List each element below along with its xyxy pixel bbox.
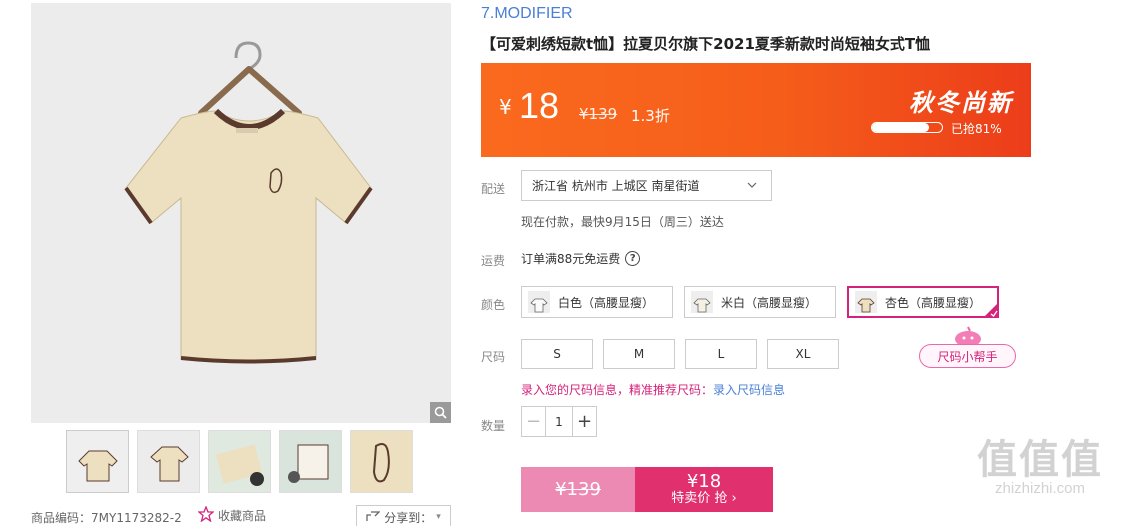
- sold-progress-fill: [872, 123, 929, 132]
- thumbnail-5[interactable]: [350, 430, 413, 493]
- size-hint-prefix: 录入您的尺码信息，: [521, 383, 630, 397]
- size-hint-middle: 精准推荐尺码：: [629, 383, 714, 397]
- address-value: 浙江省 杭州市 上城区 南星街道: [532, 179, 700, 193]
- quantity-stepper: − 1 +: [521, 406, 597, 437]
- size-option-s[interactable]: S: [521, 339, 593, 369]
- original-price: ¥139: [579, 105, 618, 123]
- price-banner: ¥ 18 ¥139 1.3折 秋冬尚新 已抢81%: [481, 63, 1031, 157]
- main-product-image[interactable]: [31, 3, 451, 423]
- quantity-label: 数量: [481, 419, 506, 433]
- color-label: 颜色: [481, 298, 506, 312]
- shipping-fee-text: 订单满88元免运费: [521, 252, 621, 266]
- color-swatch-image: [691, 291, 713, 313]
- size-entry-link[interactable]: 录入尺码信息: [713, 383, 785, 397]
- zoom-icon[interactable]: [430, 402, 451, 423]
- favorite-label: 收藏商品: [218, 509, 267, 523]
- size-hint: 录入您的尺码信息，精准推荐尺码：录入尺码信息: [521, 381, 785, 398]
- watermark: 值值值 zhizhizhi.com: [965, 440, 1115, 497]
- color-swatch-image: [528, 291, 550, 313]
- sold-progress-bar: [871, 122, 943, 133]
- thumbnail-1[interactable]: [66, 430, 129, 493]
- color-option-offwhite[interactable]: 米白（高腰显瘦）: [684, 286, 836, 318]
- address-select[interactable]: 浙江省 杭州市 上城区 南星街道: [521, 170, 772, 201]
- original-price-button[interactable]: ¥139: [521, 467, 635, 512]
- shipping-fee-info: 订单满88元免运费 ?: [521, 250, 641, 267]
- chevron-down-icon: ▾: [436, 512, 441, 522]
- selected-check-icon: [983, 302, 999, 318]
- color-option-label: 白色（高腰显瘦）: [558, 295, 655, 310]
- favorite-button[interactable]: 收藏商品: [197, 505, 267, 525]
- size-label: 尺码: [481, 350, 506, 364]
- color-option-label: 米白（高腰显瘦）: [721, 295, 818, 310]
- color-option-white[interactable]: 白色（高腰显瘦）: [521, 286, 673, 318]
- quantity-input[interactable]: 1: [546, 407, 572, 436]
- buy-label: 特卖价 抢 ›: [671, 491, 737, 507]
- current-price: 18: [519, 85, 560, 126]
- size-option-xl[interactable]: XL: [767, 339, 839, 369]
- share-button[interactable]: 分享到： ▾: [356, 505, 451, 526]
- shipping-fee-label: 运费: [481, 254, 506, 268]
- color-option-apricot[interactable]: 杏色（高腰显瘦）: [847, 286, 999, 318]
- share-icon: [366, 510, 381, 525]
- color-swatch-image: [855, 291, 877, 313]
- brand-link[interactable]: 7.MODIFIER: [481, 5, 573, 23]
- share-label: 分享到：: [384, 510, 433, 525]
- sku-code: 商品编码：7MY1173282-2: [31, 511, 182, 525]
- product-title: 【可爱刺绣短款t恤】拉夏贝尔旗下2021夏季新款时尚短袖女式T恤: [481, 35, 931, 53]
- sold-progress-label: 已抢81%: [951, 122, 1002, 136]
- star-icon: [197, 505, 215, 525]
- currency-symbol: ¥: [499, 95, 512, 119]
- delivery-label: 配送: [481, 182, 506, 196]
- quantity-minus-button[interactable]: −: [522, 407, 546, 436]
- buy-now-button[interactable]: ¥18 特卖价 抢 ›: [635, 467, 773, 512]
- thumbnail-3[interactable]: [208, 430, 271, 493]
- thumbnail-4[interactable]: [279, 430, 342, 493]
- size-helper-button[interactable]: 尺码小帮手: [919, 344, 1016, 368]
- thumbnail-2[interactable]: [137, 430, 200, 493]
- promo-title: 秋冬尚新: [909, 89, 1013, 117]
- help-icon[interactable]: ?: [625, 251, 641, 266]
- size-option-m[interactable]: M: [603, 339, 675, 369]
- delivery-estimate: 现在付款，最快9月15日（周三）送达: [521, 215, 724, 229]
- discount-label: 1.3折: [631, 107, 670, 125]
- quantity-plus-button[interactable]: +: [572, 407, 596, 436]
- chevron-down-icon: [747, 179, 757, 193]
- color-option-label: 杏色（高腰显瘦）: [885, 295, 982, 310]
- buy-price: ¥18: [686, 471, 722, 493]
- size-option-l[interactable]: L: [685, 339, 757, 369]
- watermark-logo: 值值值: [977, 437, 1103, 483]
